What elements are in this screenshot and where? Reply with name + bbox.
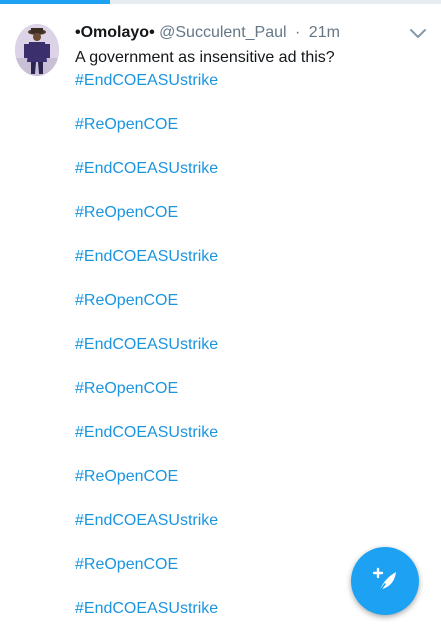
hashtag-link[interactable]: #EndCOEASUstrike (75, 158, 425, 202)
hashtag-link[interactable]: #EndCOEASUstrike (75, 246, 425, 290)
tweet-header: •Omolayo• @Succulent_Paul · 21m (75, 22, 405, 44)
avatar-image (15, 24, 59, 76)
hashtag-link[interactable]: #EndCOEASUstrike (75, 422, 425, 466)
separator-dot: · (295, 24, 301, 41)
hashtag-link[interactable]: #ReOpenCOE (75, 378, 425, 422)
tweet-text: A government as insensitive ad this? (75, 49, 335, 66)
hashtag-link[interactable]: #ReOpenCOE (75, 466, 425, 510)
user-handle[interactable]: @Succulent_Paul (159, 24, 286, 41)
tweet[interactable]: •Omolayo• @Succulent_Paul · 21m A govern… (0, 4, 441, 640)
chevron-down-icon[interactable] (408, 26, 428, 42)
hashtag-link[interactable]: #ReOpenCOE (75, 202, 425, 246)
hashtag-link[interactable]: #EndCOEASUstrike (75, 334, 425, 378)
compose-tweet-button[interactable] (351, 547, 419, 615)
display-name[interactable]: •Omolayo• (75, 24, 155, 41)
compose-tweet-icon (372, 567, 396, 593)
avatar[interactable] (15, 24, 59, 76)
hashtag-link[interactable]: #ReOpenCOE (75, 290, 425, 334)
timestamp[interactable]: 21m (309, 24, 340, 41)
hashtag-link[interactable]: #ReOpenCOE (75, 114, 425, 158)
hashtag-link[interactable]: #EndCOEASUstrike (75, 510, 425, 554)
hashtag-link[interactable]: #EndCOEASUstrike (75, 70, 425, 114)
